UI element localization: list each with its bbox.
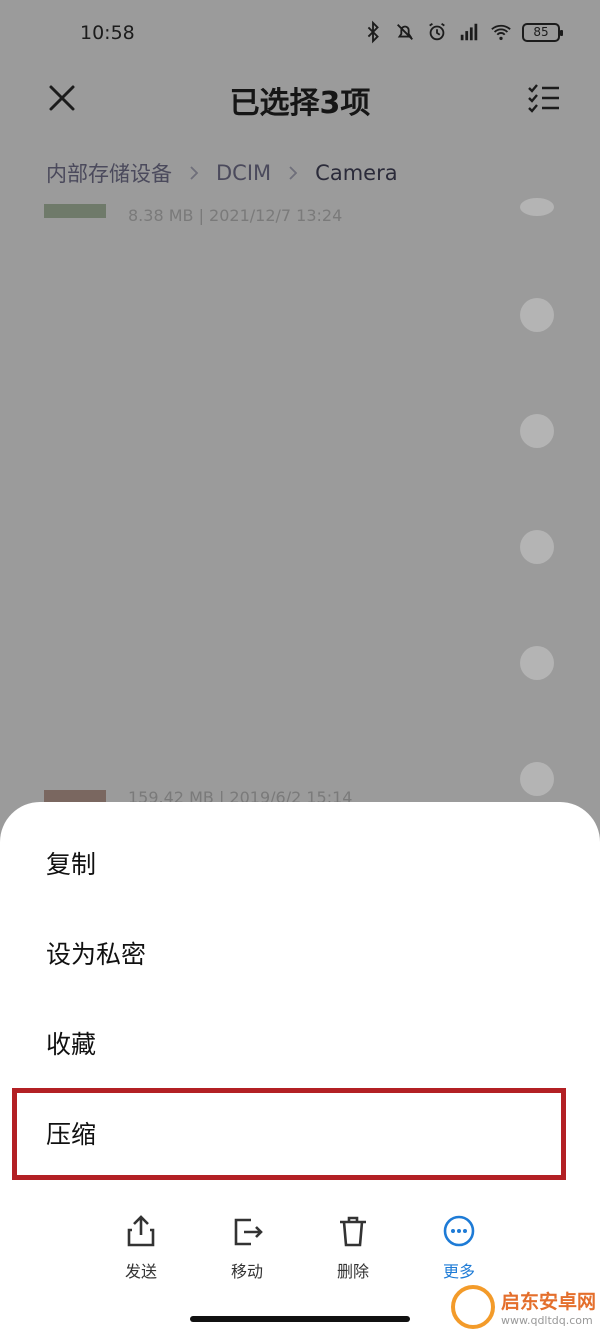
- checklist-icon: [528, 84, 559, 113]
- alarm-icon: [429, 22, 445, 41]
- wifi-icon: [491, 24, 511, 41]
- menu-item-set-private[interactable]: 设为私密: [0, 908, 600, 998]
- select-checkbox[interactable]: [520, 298, 554, 332]
- menu-item-copy[interactable]: 复制: [0, 818, 600, 908]
- move-icon: [234, 1218, 263, 1246]
- send-button[interactable]: 发送: [88, 1212, 194, 1292]
- more-button[interactable]: 更多: [406, 1212, 512, 1292]
- breadcrumb-dcim[interactable]: DCIM: [216, 161, 271, 185]
- select-checkbox[interactable]: [520, 414, 554, 448]
- file-thumbnail: [44, 204, 106, 218]
- file-row[interactable]: 8.38 MB | 2021/12/7 13:24: [44, 204, 564, 234]
- watermark-logo-icon: [450, 1285, 495, 1329]
- highlight-box: [12, 1088, 566, 1180]
- delete-button[interactable]: 删除: [300, 1212, 406, 1292]
- status-icons: 85: [362, 20, 563, 44]
- status-bar: 10:58 85: [0, 0, 600, 68]
- battery-indicator: 85: [522, 22, 563, 42]
- bluetooth-icon: [367, 20, 379, 44]
- select-checkbox[interactable]: [520, 646, 554, 680]
- signal-icon: [460, 23, 478, 41]
- send-label: 发送: [124, 1262, 157, 1281]
- select-checkbox[interactable]: [520, 198, 554, 216]
- breadcrumb: 内部存储设备 DCIM Camera: [46, 158, 398, 188]
- chevron-right-icon: [190, 166, 199, 180]
- trash-icon: [340, 1216, 366, 1247]
- watermark-title: 启东安卓网: [500, 1291, 596, 1313]
- status-time: 10:58: [80, 22, 135, 44]
- watermark-text: 启东安卓网 www.qdltdq.com: [501, 1287, 596, 1327]
- file-meta: 8.38 MB | 2021/12/7 13:24: [128, 206, 343, 225]
- page-title: 已选择3项: [229, 86, 371, 121]
- move-button[interactable]: 移动: [194, 1212, 300, 1292]
- selection-header: 已选择3项: [0, 68, 600, 128]
- breadcrumb-internal-storage[interactable]: 内部存储设备: [46, 158, 172, 188]
- select-checkbox[interactable]: [520, 530, 554, 564]
- menu-item-favorite[interactable]: 收藏: [0, 998, 600, 1088]
- chevron-right-icon: [289, 166, 298, 180]
- more-options-sheet: 复制 设为私密 收藏 压缩 发送 移动 删除 更多: [0, 802, 600, 1333]
- mute-icon: [397, 24, 413, 40]
- watermark: 启东安卓网 www.qdltdq.com: [450, 1285, 596, 1329]
- delete-label: 删除: [336, 1262, 369, 1281]
- more-icon: [443, 1215, 475, 1247]
- select-all-button[interactable]: [522, 76, 566, 120]
- more-label: 更多: [442, 1262, 475, 1281]
- move-label: 移动: [230, 1262, 263, 1281]
- share-icon: [127, 1215, 155, 1247]
- bottom-action-bar: 发送 移动 删除 更多: [88, 1212, 512, 1292]
- watermark-url: www.qdltdq.com: [500, 1314, 593, 1327]
- breadcrumb-camera[interactable]: Camera: [315, 161, 397, 185]
- home-indicator[interactable]: [190, 1316, 410, 1322]
